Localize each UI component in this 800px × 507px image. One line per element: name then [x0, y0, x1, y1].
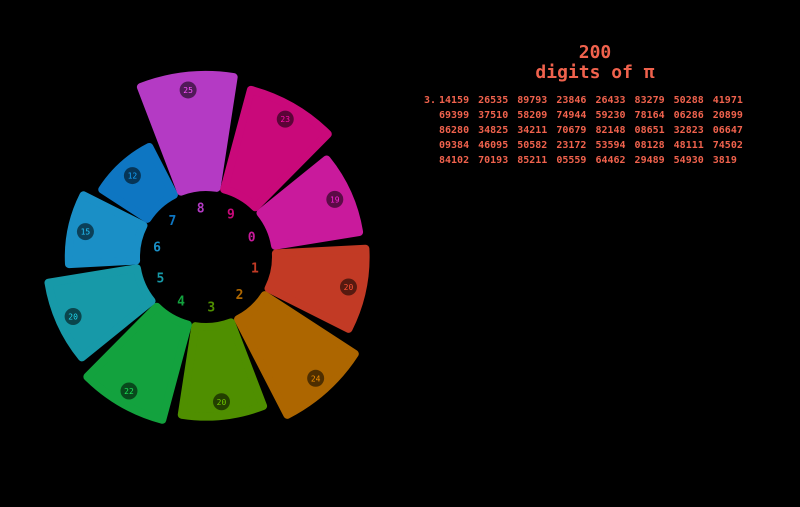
digit-group: 23846	[556, 95, 587, 106]
chart-title-text: digits of π	[535, 62, 655, 83]
digit-group: 59230	[595, 110, 626, 121]
digits-row: 09384 46095 50582 23172 53594 08128 48111 74502	[424, 138, 752, 153]
digits-lead	[424, 123, 439, 138]
digit-label: 9	[227, 208, 235, 223]
digit-group: 08128	[634, 140, 665, 151]
value-label: 15	[81, 228, 91, 237]
digit-group: 06286	[673, 110, 704, 121]
digit-group: 06647	[712, 125, 743, 136]
digit-group: 74944	[556, 110, 587, 121]
digit-group: 84102	[439, 155, 470, 166]
digit-group: 58209	[517, 110, 548, 121]
digits-row: 84102 70193 85211 05559 64462 29489 54930 3819	[424, 153, 752, 168]
value-label: 19	[330, 195, 340, 204]
digit-group: 50288	[673, 95, 704, 106]
digit-group: 82148	[595, 125, 626, 136]
digit-group: 34825	[478, 125, 509, 136]
digits-lead: 3.	[424, 95, 437, 106]
value-label: 20	[344, 283, 354, 292]
digits-lead	[424, 153, 439, 168]
digit-group: 86280	[439, 125, 470, 136]
digit-group: 41971	[712, 95, 743, 106]
digit-group: 26535	[478, 95, 509, 106]
digit-group: 09384	[439, 140, 470, 151]
digit-group: 83279	[634, 95, 665, 106]
digit-label: 4	[177, 294, 185, 309]
digits-lead	[424, 138, 439, 153]
digit-group: 48111	[673, 140, 704, 151]
chart-title-count: 200	[578, 42, 612, 63]
digit-group: 78164	[634, 110, 665, 121]
digit-group: 14159	[439, 95, 470, 106]
digit-group: 26433	[595, 95, 626, 106]
digit-group: 32823	[673, 125, 704, 136]
digit-frequency-chart: 19 0 20 1 24 2 20 3 22 4 20 5 15 6 12 7 25 8 23 9	[44, 71, 370, 424]
digit-group: 08651	[634, 125, 665, 136]
value-label: 25	[183, 86, 193, 95]
digits-lead	[424, 108, 439, 123]
digit-group: 89793	[517, 95, 548, 106]
digit-group: 3819	[712, 155, 737, 166]
digit-label: 1	[251, 261, 259, 276]
digit-group: 50582	[517, 140, 548, 151]
digit-group: 29489	[634, 155, 665, 166]
digits-row: 69399 37510 58209 74944 59230 78164 06286 20899	[424, 108, 752, 123]
digit-group: 70193	[478, 155, 509, 166]
pi-digits-block: 3. 14159 26535 89793 23846 26433 83279 50288 419…	[424, 93, 752, 168]
digit-group: 85211	[517, 155, 548, 166]
digit-group: 70679	[556, 125, 587, 136]
digit-group: 05559	[556, 155, 587, 166]
value-label: 24	[311, 374, 321, 383]
digit-group: 53594	[595, 140, 626, 151]
digits-row: 3. 14159 26535 89793 23846 26433 83279 50288 419…	[424, 93, 752, 108]
digit-group: 23172	[556, 140, 587, 151]
digit-group: 20899	[712, 110, 743, 121]
digit-label: 6	[153, 241, 161, 256]
value-label: 23	[280, 115, 290, 124]
digit-label: 3	[207, 301, 215, 316]
digits-row: 86280 34825 34211 70679 82148 08651 32823 06647	[424, 123, 752, 138]
digit-label: 5	[156, 271, 164, 286]
digit-label: 8	[197, 201, 205, 216]
digit-label: 7	[169, 214, 177, 229]
digit-label: 2	[236, 288, 244, 303]
value-label: 12	[128, 172, 138, 181]
digit-group: 64462	[595, 155, 626, 166]
digit-group: 34211	[517, 125, 548, 136]
digit-group: 74502	[712, 140, 743, 151]
digit-group: 54930	[673, 155, 704, 166]
digit-group: 46095	[478, 140, 509, 151]
digit-label: 0	[248, 231, 256, 246]
digit-group: 37510	[478, 110, 509, 121]
value-label: 22	[124, 387, 134, 396]
value-label: 20	[217, 398, 227, 407]
value-label: 20	[68, 312, 78, 321]
digit-group: 69399	[439, 110, 470, 121]
